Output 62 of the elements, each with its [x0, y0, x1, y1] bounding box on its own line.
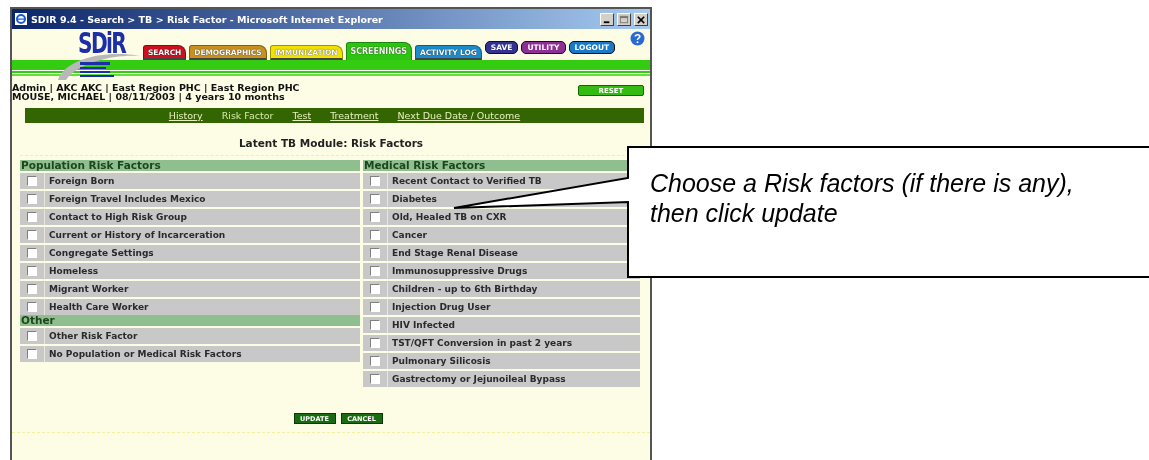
close-icon[interactable] [634, 12, 648, 26]
checkbox[interactable] [370, 266, 380, 276]
checkbox[interactable] [27, 302, 37, 312]
nav-link[interactable]: Next Due Date / Outcome [397, 110, 521, 121]
risk-factor-label: Migrant Worker [48, 283, 129, 296]
maximize-icon[interactable] [617, 12, 631, 26]
nav-link[interactable]: Risk Factor [221, 110, 274, 121]
risk-factor-label: Foreign Born [48, 175, 115, 188]
section-heading: Population Risk Factors [20, 160, 360, 171]
risk-factor-label: Other Risk Factor [48, 330, 138, 343]
risk-factor-label: Recent Contact to Verified TB [391, 175, 542, 188]
checkbox[interactable] [370, 374, 380, 384]
window-title: SDIR 9.4 - Search > TB > Risk Factor - Microsoft Internet Explorer [31, 13, 384, 25]
risk-factor-label: Old, Healed TB on CXR [391, 211, 507, 224]
checkbox[interactable] [370, 302, 380, 312]
risk-factor-label: Gastrectomy or Jejunoileal Bypass [391, 373, 566, 386]
risk-factor-label: End Stage Renal Disease [391, 247, 518, 260]
checkbox[interactable] [27, 176, 37, 186]
checkbox[interactable] [27, 194, 37, 204]
browser-icon [14, 12, 28, 26]
user-info: MOUSE, MICHAEL | 08/11/2003 | 4 years 10 months [12, 92, 286, 101]
checkbox[interactable] [370, 176, 380, 186]
risk-factor-label: Contact to High Risk Group [48, 211, 187, 224]
risk-factor-label: Congregate Settings [48, 247, 154, 260]
nav-link[interactable]: Test [292, 110, 312, 121]
checkbox[interactable] [27, 266, 37, 276]
checkbox[interactable] [370, 212, 380, 222]
risk-factor-label: HIV Infected [391, 319, 455, 332]
section-heading: Other [20, 315, 360, 326]
checkbox[interactable] [27, 349, 37, 359]
risk-factor-label: Foreign Travel Includes Mexico [48, 193, 206, 206]
nav-link[interactable]: Treatment [330, 110, 379, 121]
checkbox[interactable] [27, 230, 37, 240]
minimize-icon[interactable] [600, 12, 614, 26]
risk-factor-label: TST/QFT Conversion in past 2 years [391, 337, 573, 350]
risk-factor-label: Homeless [48, 265, 99, 278]
logo: SDiR [56, 32, 142, 82]
risk-factor-label: Pulmonary Silicosis [391, 355, 491, 368]
checkbox[interactable] [370, 248, 380, 258]
help-icon[interactable] [630, 31, 645, 46]
risk-factor-label: Children - up to 6th Birthday [391, 283, 538, 296]
checkbox[interactable] [370, 338, 380, 348]
page-title: Latent TB Module: Risk Factors [237, 137, 425, 151]
user-info: Admin | AKC AKC | East Region PHC | East Region PHC [12, 83, 300, 92]
checkbox[interactable] [370, 284, 380, 294]
checkbox[interactable] [27, 248, 37, 258]
checkbox[interactable] [370, 194, 380, 204]
checkbox[interactable] [27, 331, 37, 341]
checkbox[interactable] [27, 212, 37, 222]
risk-factor-label: Injection Drug User [391, 301, 491, 314]
risk-factor-label: Diabetes [391, 193, 437, 206]
risk-factor-label: Health Care Worker [48, 301, 149, 314]
risk-factor-label: Immunosuppressive Drugs [391, 265, 528, 278]
nav-link[interactable]: History [168, 110, 203, 121]
risk-factor-label: Current or History of Incarceration [48, 229, 226, 242]
checkbox[interactable] [370, 356, 380, 366]
callout-text: Choose a Risk factors (if there is any), then click update [650, 168, 1075, 228]
checkbox[interactable] [370, 320, 380, 330]
checkbox[interactable] [27, 284, 37, 294]
checkbox[interactable] [370, 230, 380, 240]
risk-factor-label: No Population or Medical Risk Factors [48, 348, 242, 361]
risk-factor-label: Cancer [391, 229, 427, 242]
